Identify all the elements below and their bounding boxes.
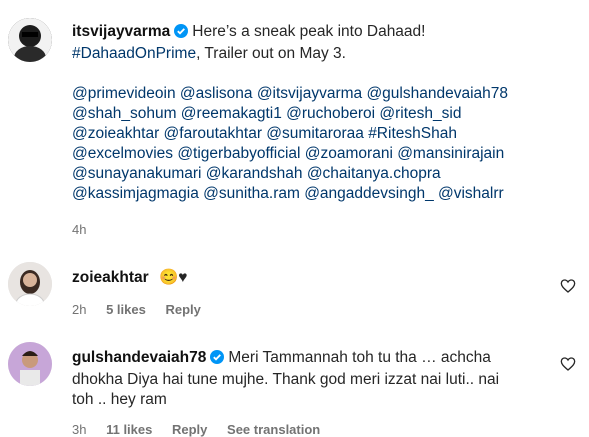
avatar-image — [8, 18, 52, 62]
comment-avatar[interactable] — [8, 262, 52, 306]
comment-text-line: toh .. hey ram — [72, 391, 167, 408]
post-author-username[interactable]: itsvijayvarma — [72, 23, 170, 40]
mention-line[interactable]: @kassimjagmagia @sunitha.ram @angaddevsi… — [72, 184, 572, 204]
comment-time[interactable]: 3h — [72, 422, 86, 437]
avatar-image — [8, 262, 52, 306]
post-meta: 4h — [72, 222, 102, 237]
heart-outline-icon[interactable] — [560, 278, 576, 294]
post-caption-line1: Here’s a sneak peak into Dahaad! — [192, 23, 426, 40]
post-caption: itsvijayvarma Here’s a sneak peak into Da… — [72, 22, 572, 204]
avatar-image — [8, 342, 52, 386]
comment-text-line: dhokha Diya hai tune mujhe. Thank god me… — [72, 371, 500, 388]
verified-badge-icon — [174, 24, 189, 44]
hashtag-link[interactable]: #DahaadOnPrime — [72, 45, 196, 62]
comment-meta: 2h 5 likes Reply — [72, 302, 217, 317]
comment-time[interactable]: 2h — [72, 302, 86, 317]
mention-line[interactable]: @primevideoin @aslisona @itsvijayvarma @… — [72, 84, 572, 104]
comment-avatar[interactable] — [8, 342, 52, 386]
mention-line[interactable]: @zoieakhtar @faroutakhtar @sumitaroraa #… — [72, 124, 572, 144]
see-translation-button[interactable]: See translation — [227, 422, 320, 437]
mention-line[interactable]: @excelmovies @tigerbabyofficial @zoamora… — [72, 144, 572, 164]
mention-line[interactable]: @sunayanakumari @karandshah @chaitanya.c… — [72, 164, 572, 184]
comment-text: 😊♥ — [158, 269, 188, 286]
comment-likes[interactable]: 11 likes — [106, 422, 152, 437]
heart-outline-icon[interactable] — [560, 356, 576, 372]
mention-line[interactable]: @shah_sohum @reemakagti1 @ruchoberoi @ri… — [72, 104, 572, 124]
comment-username[interactable]: zoieakhtar — [72, 269, 149, 286]
post-time[interactable]: 4h — [72, 222, 86, 237]
comment-username[interactable]: gulshandevaiah78 — [72, 349, 206, 366]
comment-meta: 3h 11 likes Reply See translation — [72, 422, 336, 437]
reply-button[interactable]: Reply — [165, 302, 200, 317]
post-caption-line2: , Trailer out on May 3. — [196, 45, 346, 62]
post-author-avatar[interactable] — [8, 18, 52, 62]
verified-badge-icon — [210, 350, 225, 370]
comment-body: zoieakhtar 😊♥ — [72, 268, 542, 288]
comment-likes[interactable]: 5 likes — [106, 302, 146, 317]
reply-button[interactable]: Reply — [172, 422, 207, 437]
comment-text-line: Meri Tammannah toh tu tha … achcha — [228, 349, 491, 366]
comment-body: gulshandevaiah78 Meri Tammannah toh tu th… — [72, 348, 572, 410]
